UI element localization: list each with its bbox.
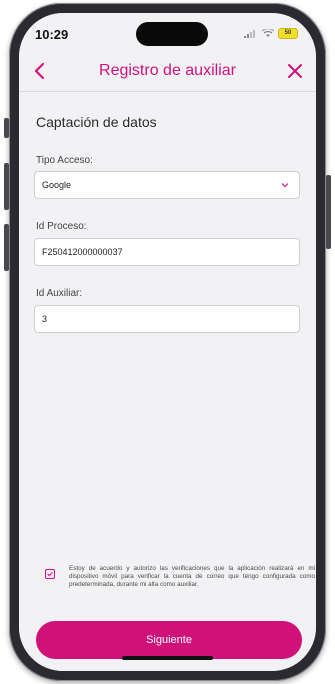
- id-proceso-label: Id Proceso:: [36, 221, 87, 232]
- id-proceso-value: F250412000000037: [42, 247, 123, 257]
- tipo-acceso-value: Google: [42, 180, 72, 190]
- top-navbar: Registro de auxiliar: [19, 51, 316, 92]
- checkmark-icon: [47, 572, 53, 577]
- battery-icon: 50: [278, 28, 298, 39]
- phone-side-button: [4, 118, 9, 138]
- form-content: Captación de datos Tipo Acceso: Google I…: [19, 92, 316, 671]
- phone-volume-up-button: [4, 163, 9, 210]
- home-indicator: [122, 656, 213, 660]
- dynamic-island: [136, 22, 208, 46]
- next-button[interactable]: Siguiente: [36, 621, 302, 659]
- close-icon[interactable]: [286, 61, 304, 81]
- tipo-acceso-label: Tipo Acceso:: [36, 155, 93, 166]
- consent-text: Estoy de acuerdo y autorizo las verifica…: [69, 565, 315, 588]
- id-auxiliar-label: Id Auxiliar:: [36, 288, 83, 299]
- status-bar: 10:29 50: [19, 13, 316, 51]
- phone-volume-down-button: [4, 224, 9, 271]
- status-time: 10:29: [35, 27, 69, 42]
- signal-icon: [244, 29, 255, 38]
- id-auxiliar-value: 3: [42, 314, 48, 324]
- tipo-acceso-select[interactable]: Google: [34, 171, 300, 199]
- consent-checkbox[interactable]: [45, 569, 55, 579]
- id-auxiliar-input[interactable]: 3: [34, 305, 300, 333]
- page-title: Registro de auxiliar: [99, 62, 236, 79]
- chevron-down-icon: [281, 183, 289, 188]
- id-proceso-input[interactable]: F250412000000037: [34, 238, 300, 266]
- wifi-icon: [262, 29, 274, 37]
- section-title: Captación de datos: [36, 114, 157, 130]
- phone-power-button: [326, 175, 331, 249]
- status-icons: 50: [244, 28, 298, 39]
- app-screen: 10:29 50 Registro de auxiliar Captación …: [19, 13, 316, 671]
